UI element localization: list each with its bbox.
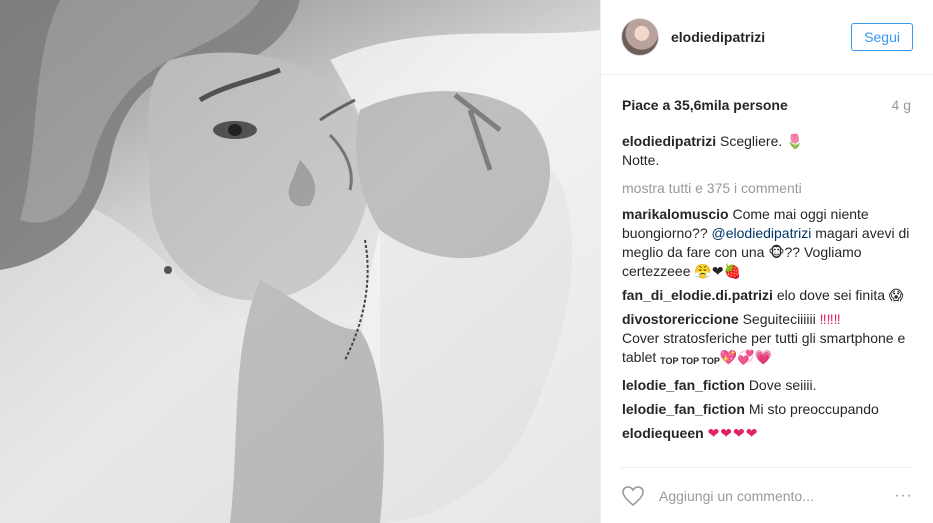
more-options-icon[interactable]: ··· <box>894 487 913 505</box>
comment-username[interactable]: lelodie_fan_fiction <box>622 377 745 393</box>
like-heart-icon[interactable] <box>621 484 645 508</box>
avatar[interactable] <box>621 18 659 56</box>
tulip-emoji: 🌷 <box>786 133 804 149</box>
comments-list: elodiedipatrizi Scegliere. 🌷 Notte. most… <box>622 132 913 448</box>
likes-row: Piace a 35,6mila persone 4 g <box>622 97 911 113</box>
comment-item: fan_di_elodie.di.patrizi elo dove sei fi… <box>622 286 913 305</box>
angry-face-emoji: 😤 <box>694 263 712 279</box>
comment-username[interactable]: marikalomuscio <box>622 206 729 222</box>
comment-text: Mi sto preoccupando <box>748 401 879 417</box>
post-photo[interactable] <box>0 0 600 523</box>
monkey-emoji: 🐵 <box>768 244 785 260</box>
post-sidebar: elodiedipatrizi Segui Piace a 35,6mila p… <box>600 0 933 523</box>
add-comment-input[interactable] <box>657 486 895 505</box>
comment-bar: ··· <box>621 467 913 523</box>
strawberry-emoji: 🍓 <box>723 263 741 279</box>
pink-hearts-emoji: 💖💞💗 <box>719 349 773 365</box>
comment-mention[interactable]: @elodiedipatrizi <box>712 225 812 241</box>
comment-username[interactable]: divostorericcione <box>622 311 739 327</box>
likes-count[interactable]: Piace a 35,6mila persone <box>622 97 788 113</box>
follow-button[interactable]: Segui <box>851 23 913 51</box>
top-arrow-icon: TOP TOP TOP <box>660 356 720 366</box>
comment-username[interactable]: fan_di_elodie.di.patrizi <box>622 287 773 303</box>
post-header: elodiedipatrizi Segui <box>601 0 933 75</box>
comment-item: elodiequeen ❤❤❤❤ <box>622 424 913 443</box>
comment-text: Dove seiiii. <box>748 377 817 393</box>
caption-text-line2: Notte. <box>622 152 660 168</box>
comment-text: elo dove sei finita <box>776 287 889 303</box>
comment-item: lelodie_fan_fiction Mi sto preoccupando <box>622 400 913 419</box>
double-exclamation-emoji: ‼‼‼ <box>819 311 841 327</box>
comment-text: Seguiteciiiiii <box>742 311 820 327</box>
comment-username[interactable]: elodiequeen <box>622 425 704 441</box>
instagram-post: elodiedipatrizi Segui Piace a 35,6mila p… <box>0 0 933 523</box>
comment-username[interactable]: lelodie_fan_fiction <box>622 401 745 417</box>
username-link[interactable]: elodiedipatrizi <box>671 29 851 45</box>
comment-item: lelodie_fan_fiction Dove seiiii. <box>622 376 913 395</box>
heart-emoji: ❤ <box>711 263 724 279</box>
red-hearts-emoji: ❤❤❤❤ <box>707 425 759 441</box>
post-photo-image <box>0 0 600 523</box>
comment-item: marikalomuscio Come mai oggi niente buon… <box>622 205 913 281</box>
load-more-comments[interactable]: mostra tutti e 375 i commenti <box>622 179 913 198</box>
comment-item: divostorericcione Seguiteciiiiii ‼‼‼ Cov… <box>622 310 913 371</box>
screaming-face-emoji: 😱 <box>888 287 904 303</box>
post-timestamp[interactable]: 4 g <box>892 97 911 113</box>
caption-text: Scegliere. <box>720 133 787 149</box>
post-caption: elodiedipatrizi Scegliere. 🌷 Notte. <box>622 132 913 170</box>
caption-username[interactable]: elodiedipatrizi <box>622 133 716 149</box>
